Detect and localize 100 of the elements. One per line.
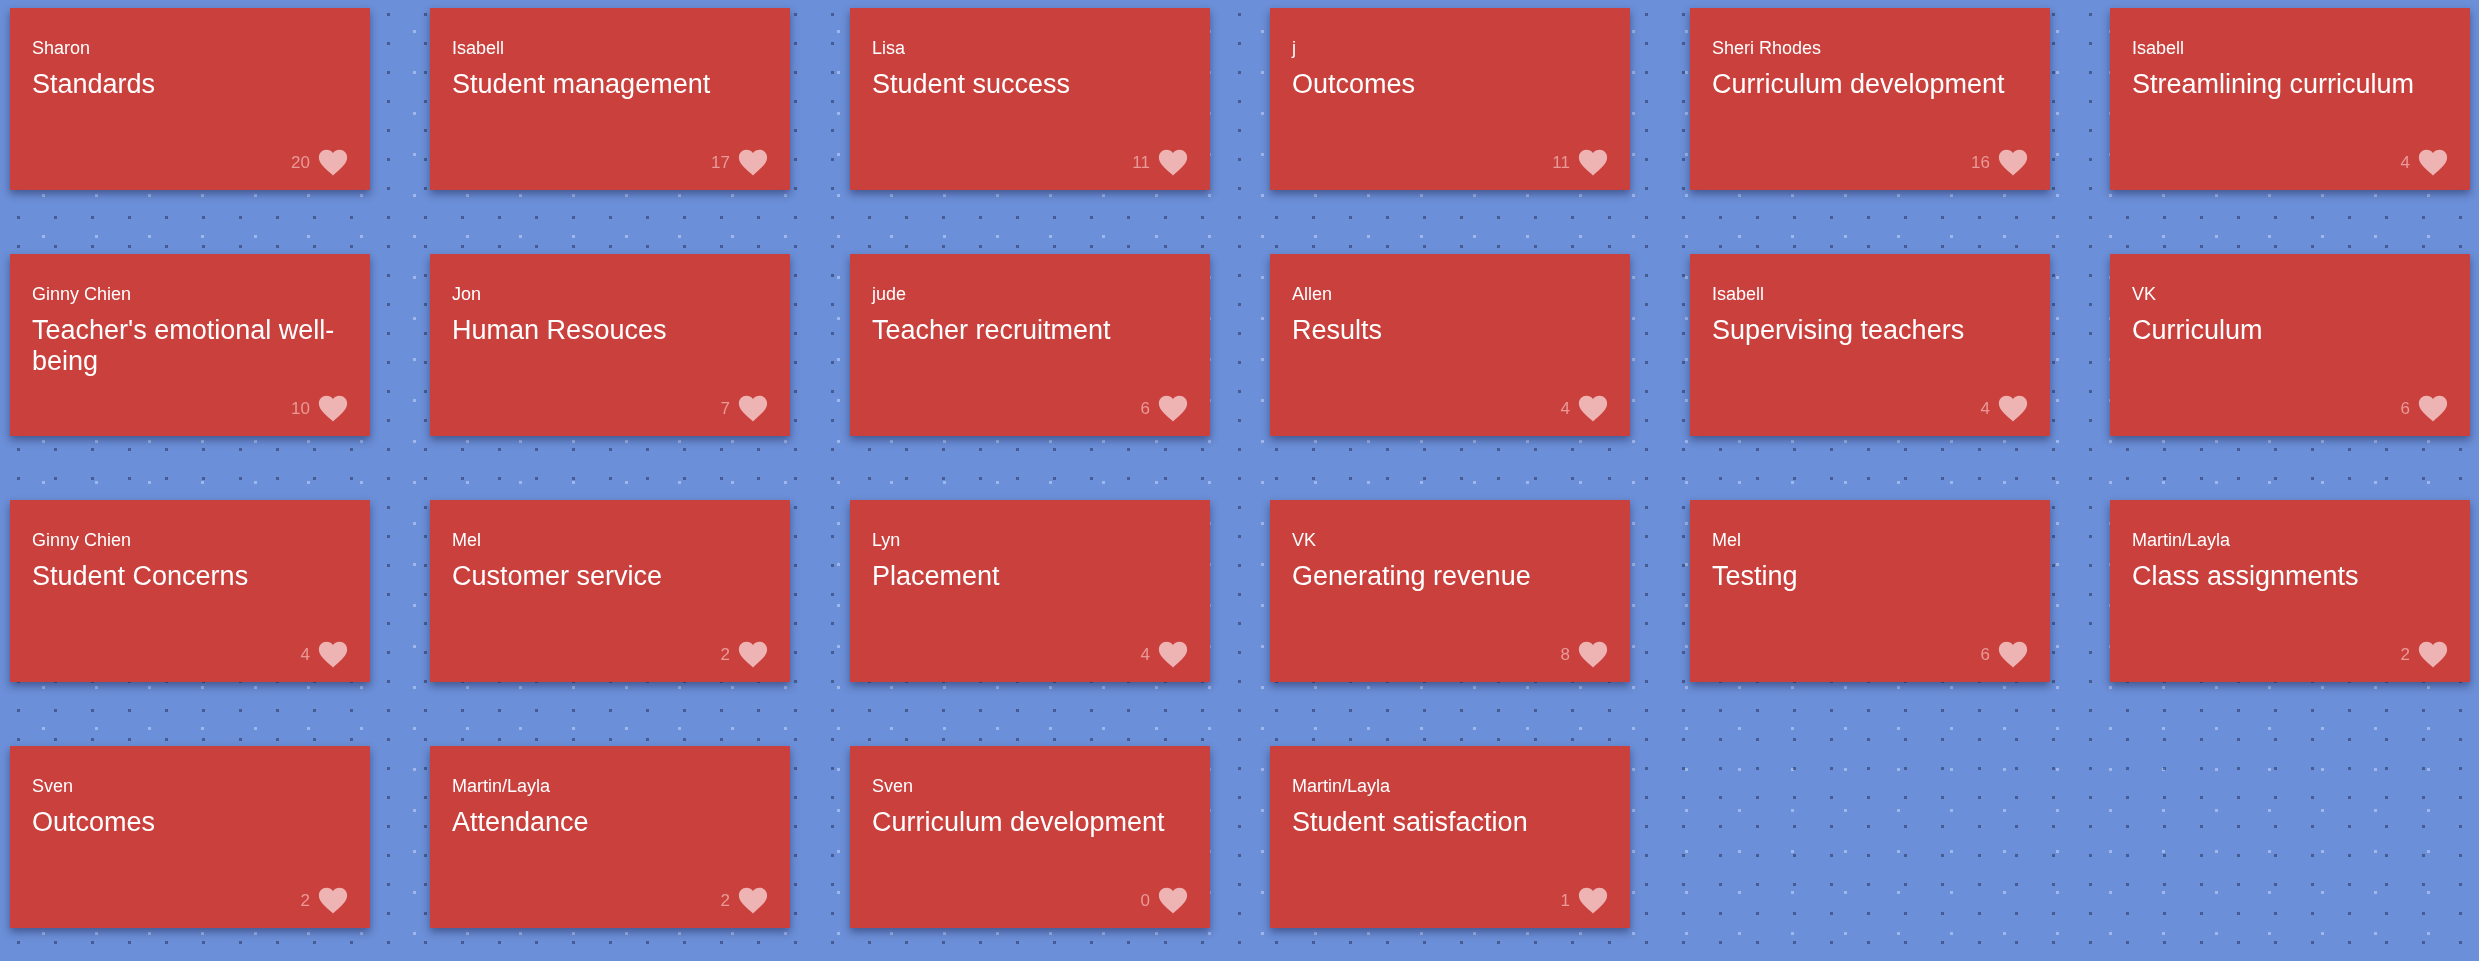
note-card[interactable]: Sharon Standards 20	[10, 8, 370, 190]
note-card[interactable]: Ginny Chien Teacher's emotional well-being 10	[10, 254, 370, 436]
card-title: Curriculum development	[872, 807, 1166, 839]
note-card[interactable]: Allen Results 4	[1270, 254, 1630, 436]
heart-icon[interactable]	[1158, 887, 1188, 914]
card-author: j	[1292, 38, 1297, 59]
card-author: Sheri Rhodes	[1712, 38, 1823, 59]
note-card[interactable]: Sven Outcomes 2	[10, 746, 370, 928]
card-title: Generating revenue	[1292, 561, 1532, 593]
card-title: Class assignments	[2132, 561, 2360, 593]
card-author: Sven	[872, 776, 915, 797]
card-author: Mel	[1712, 530, 1742, 551]
like-count: 4	[1560, 398, 1570, 419]
card-title: Teacher's emotional well-being	[32, 315, 336, 378]
card-title: Curriculum	[2132, 315, 2264, 347]
heart-icon[interactable]	[1578, 149, 1608, 176]
note-card[interactable]: Lisa Student success 11	[850, 8, 1210, 190]
heart-icon[interactable]	[1578, 395, 1608, 422]
like-count: 2	[2400, 644, 2410, 665]
heart-icon[interactable]	[738, 149, 768, 176]
like-count: 2	[720, 644, 730, 665]
heart-icon[interactable]	[318, 149, 348, 176]
card-title: Customer service	[452, 561, 664, 593]
note-card[interactable]: j Outcomes 11	[1270, 8, 1630, 190]
card-title: Supervising teachers	[1712, 315, 1966, 347]
heart-icon[interactable]	[738, 395, 768, 422]
heart-icon[interactable]	[318, 395, 348, 422]
card-title: Student management	[452, 69, 712, 101]
card-author: Lisa	[872, 38, 907, 59]
note-card[interactable]: VK Curriculum 6	[2110, 254, 2470, 436]
card-author: Isabell	[452, 38, 506, 59]
card-author: Allen	[1292, 284, 1334, 305]
card-title: Results	[1292, 315, 1384, 347]
like-count: 4	[300, 644, 310, 665]
note-card[interactable]: Lyn Placement 4	[850, 500, 1210, 682]
card-author: Jon	[452, 284, 483, 305]
note-card[interactable]: Isabell Supervising teachers 4	[1690, 254, 2050, 436]
heart-icon[interactable]	[1158, 641, 1188, 668]
note-card[interactable]: Sheri Rhodes Curriculum development 16	[1690, 8, 2050, 190]
card-author: Ginny Chien	[32, 530, 133, 551]
card-title: Testing	[1712, 561, 1799, 593]
like-count: 10	[291, 398, 310, 419]
like-count: 4	[1980, 398, 1990, 419]
heart-icon[interactable]	[738, 887, 768, 914]
card-author: Isabell	[1712, 284, 1766, 305]
like-count: 7	[720, 398, 730, 419]
note-card[interactable]: Sven Curriculum development 0	[850, 746, 1210, 928]
note-card[interactable]: jude Teacher recruitment 6	[850, 254, 1210, 436]
card-title: Student Concerns	[32, 561, 250, 593]
note-card[interactable]: Martin/Layla Attendance 2	[430, 746, 790, 928]
heart-icon[interactable]	[1578, 887, 1608, 914]
card-title: Curriculum development	[1712, 69, 2006, 101]
like-count: 11	[1552, 152, 1570, 173]
heart-icon[interactable]	[1998, 149, 2028, 176]
heart-icon[interactable]	[1578, 641, 1608, 668]
note-card[interactable]: Martin/Layla Student satisfaction 1	[1270, 746, 1630, 928]
heart-icon[interactable]	[318, 641, 348, 668]
card-title: Streamlining curriculum	[2132, 69, 2416, 101]
card-author: Sharon	[32, 38, 92, 59]
card-title: Outcomes	[32, 807, 157, 839]
note-card[interactable]: Isabell Student management 17	[430, 8, 790, 190]
note-card[interactable]: Ginny Chien Student Concerns 4	[10, 500, 370, 682]
heart-icon[interactable]	[318, 887, 348, 914]
heart-icon[interactable]	[1998, 395, 2028, 422]
card-author: Martin/Layla	[452, 776, 552, 797]
card-author: Martin/Layla	[1292, 776, 1392, 797]
heart-icon[interactable]	[2418, 395, 2448, 422]
like-count: 6	[1140, 398, 1150, 419]
like-count: 2	[720, 890, 730, 911]
note-card[interactable]: Isabell Streamlining curriculum 4	[2110, 8, 2470, 190]
card-title: Outcomes	[1292, 69, 1417, 101]
note-card[interactable]: VK Generating revenue 8	[1270, 500, 1630, 682]
card-author: Sven	[32, 776, 75, 797]
note-card[interactable]: Jon Human Resouces 7	[430, 254, 790, 436]
like-count: 16	[1971, 152, 1990, 173]
like-count: 0	[1140, 890, 1150, 911]
card-author: Mel	[452, 530, 482, 551]
card-author: Lyn	[872, 530, 902, 551]
card-title: Attendance	[452, 807, 590, 839]
heart-icon[interactable]	[1998, 641, 2028, 668]
note-card[interactable]: Mel Testing 6	[1690, 500, 2050, 682]
like-count: 2	[300, 890, 310, 911]
card-title: Human Resouces	[452, 315, 668, 347]
note-card[interactable]: Mel Customer service 2	[430, 500, 790, 682]
card-title: Student satisfaction	[1292, 807, 1529, 839]
card-title: Student success	[872, 69, 1072, 101]
card-author: Martin/Layla	[2132, 530, 2232, 551]
like-count: 20	[291, 152, 310, 173]
note-card[interactable]: Martin/Layla Class assignments 2	[2110, 500, 2470, 682]
like-count: 8	[1560, 644, 1570, 665]
card-title: Teacher recruitment	[872, 315, 1112, 347]
heart-icon[interactable]	[2418, 641, 2448, 668]
card-author: Ginny Chien	[32, 284, 133, 305]
heart-icon[interactable]	[1158, 395, 1188, 422]
heart-icon[interactable]	[2418, 149, 2448, 176]
like-count: 11	[1132, 152, 1150, 173]
card-author: VK	[2132, 284, 2157, 305]
like-count: 1	[1560, 890, 1570, 911]
heart-icon[interactable]	[1158, 149, 1188, 176]
heart-icon[interactable]	[738, 641, 768, 668]
